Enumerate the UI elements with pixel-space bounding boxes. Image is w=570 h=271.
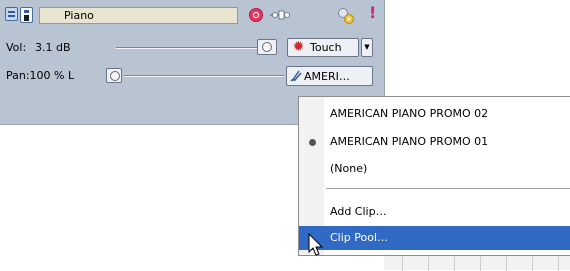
volume-slider-thumb[interactable] bbox=[257, 39, 277, 55]
menu-item-label: (None) bbox=[330, 162, 368, 175]
track-type-icon[interactable] bbox=[20, 7, 33, 23]
volume-value: 3.1 dB bbox=[35, 41, 71, 54]
pan-slider-track[interactable] bbox=[124, 75, 284, 77]
volume-slider-track[interactable] bbox=[116, 47, 258, 49]
menu-item-clip[interactable]: AMERICAN PIANO PROMO 01 bbox=[299, 130, 570, 154]
minimize-track-icon[interactable] bbox=[5, 7, 18, 21]
menu-item-label: Add Clip… bbox=[330, 205, 387, 218]
clip-dropdown-menu: AMERICAN PIANO PROMO 02 AMERICAN PIANO P… bbox=[298, 96, 570, 256]
input-output-icon[interactable] bbox=[270, 10, 290, 20]
record-arm-button[interactable] bbox=[249, 8, 263, 22]
clip-select-button[interactable]: AMERI… bbox=[286, 66, 373, 86]
menu-item-none[interactable]: (None) bbox=[299, 157, 570, 181]
track-name-field[interactable]: Piano bbox=[39, 7, 238, 24]
menu-item-label: Clip Pool… bbox=[330, 231, 389, 244]
pan-label: Pan:100 % L bbox=[6, 69, 75, 82]
clip-icon bbox=[290, 70, 302, 82]
automation-mode-button[interactable]: ✹ Touch bbox=[287, 38, 359, 57]
selected-bullet-icon bbox=[309, 139, 316, 146]
automation-dropdown-button[interactable]: ▼ bbox=[361, 38, 373, 57]
effects-icon[interactable] bbox=[337, 7, 357, 25]
menu-item-clip[interactable]: AMERICAN PIANO PROMO 02 bbox=[299, 102, 570, 126]
track-name-text: Piano bbox=[64, 9, 94, 22]
volume-label: Vol: bbox=[6, 41, 27, 54]
knob-mark-icon bbox=[262, 42, 272, 52]
mouse-cursor-icon bbox=[308, 233, 324, 256]
clip-select-label: AMERI… bbox=[304, 70, 350, 83]
pan-slider-thumb[interactable] bbox=[106, 68, 122, 83]
menu-item-label: AMERICAN PIANO PROMO 01 bbox=[330, 135, 489, 148]
knob-mark-icon bbox=[110, 71, 120, 81]
menu-item-label: AMERICAN PIANO PROMO 02 bbox=[330, 107, 489, 120]
menu-item-clip-pool[interactable]: Clip Pool… bbox=[299, 226, 570, 250]
menu-separator bbox=[326, 188, 570, 189]
menu-item-add-clip[interactable]: Add Clip… bbox=[299, 200, 570, 224]
automation-mode-label: Touch bbox=[310, 41, 342, 54]
warning-icon[interactable]: ! bbox=[369, 4, 377, 22]
gear-icon: ✹ bbox=[292, 39, 305, 55]
